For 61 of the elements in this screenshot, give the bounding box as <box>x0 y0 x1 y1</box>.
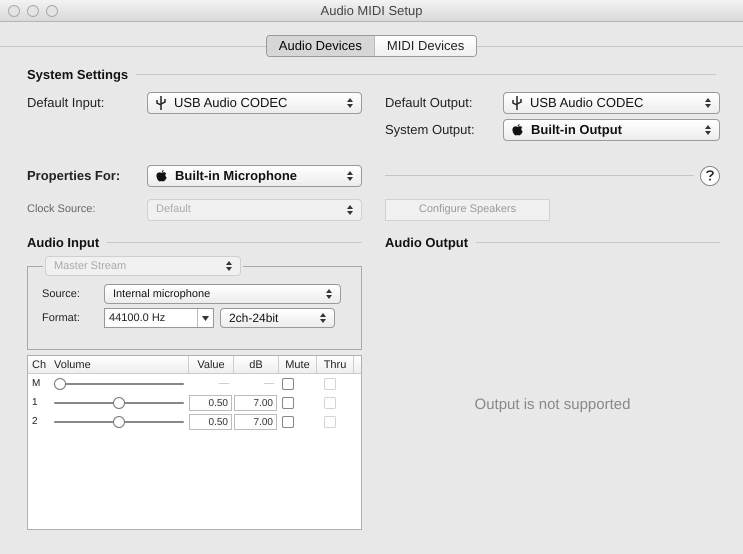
up-down-arrows-icon <box>347 98 353 108</box>
volume-slider[interactable] <box>54 378 184 390</box>
field-label: Default Input: <box>27 94 106 112</box>
channel-cell-text: 1 <box>31 396 39 410</box>
column-header[interactable]: Volume <box>50 356 188 373</box>
channel-cell-text: 2 <box>31 415 39 429</box>
window-title: Audio MIDI Setup <box>320 2 424 20</box>
db-field[interactable]: 7.00 <box>234 394 277 410</box>
checkbox[interactable] <box>282 416 294 428</box>
section-heading: Audio Input <box>27 234 100 252</box>
channel-format-popup[interactable]: 2ch-24bit <box>220 308 335 328</box>
usb-icon <box>512 96 522 110</box>
status-message: Output is not supported <box>474 395 632 415</box>
usb-icon <box>156 96 166 110</box>
tab[interactable]: Audio Devices <box>266 36 374 56</box>
slider-thumb[interactable] <box>113 396 125 408</box>
field-label: System Output: <box>385 120 476 139</box>
db-field[interactable]: 7.00 <box>234 414 277 430</box>
column-header[interactable]: Mute <box>278 356 316 373</box>
field-label: Source: <box>42 286 81 302</box>
channel-cell-text: M <box>31 377 42 391</box>
help-button[interactable] <box>700 166 720 186</box>
up-down-arrows-icon <box>326 289 332 299</box>
volume-slider[interactable] <box>54 396 184 408</box>
volume-slider[interactable] <box>54 416 184 428</box>
slider-thumb[interactable] <box>113 416 125 428</box>
db-field: — <box>234 376 277 392</box>
up-down-arrows-icon <box>347 204 353 214</box>
up-down-arrows-icon <box>705 98 711 108</box>
sample-rate-combo-box[interactable]: 44100.0 Hz <box>104 308 214 328</box>
up-down-arrows-icon <box>705 124 711 134</box>
field-label: Default Output: <box>385 94 474 112</box>
input-device-popup[interactable]: USB Audio CODEC <box>147 92 362 114</box>
value-field[interactable]: 0.50 <box>189 394 232 410</box>
column-header[interactable]: Thru <box>316 356 353 373</box>
window-control-icon[interactable] <box>8 4 20 16</box>
field-label: Format: <box>42 310 81 326</box>
up-down-arrows-icon <box>226 261 232 271</box>
apple-icon <box>156 170 167 182</box>
tab[interactable]: MIDI Devices <box>374 36 476 56</box>
up-down-arrows-icon <box>347 170 353 180</box>
value-field[interactable]: 0.50 <box>189 414 232 430</box>
field-label: Clock Source: <box>27 202 96 218</box>
help-icon <box>706 170 714 181</box>
value-field: — <box>189 376 232 392</box>
field-label: Properties For: <box>27 166 122 185</box>
device-popup[interactable]: Built-in Microphone <box>147 164 362 186</box>
window-control-icon[interactable] <box>46 4 58 16</box>
column-header[interactable]: Value <box>188 356 233 373</box>
system-output-popup[interactable]: Built-in Output <box>503 118 720 140</box>
window-control-icon[interactable] <box>27 4 39 16</box>
output-device-popup[interactable]: USB Audio CODEC <box>503 92 720 114</box>
column-header[interactable]: dB <box>233 356 278 373</box>
dropdown-arrow-icon <box>202 316 209 320</box>
section-heading: System Settings <box>27 66 128 84</box>
up-down-arrows-icon <box>320 313 326 323</box>
section-heading: Audio Output <box>385 234 468 252</box>
checkbox[interactable] <box>282 396 294 408</box>
column-header[interactable]: Ch <box>28 356 50 373</box>
source-popup[interactable]: Internal microphone <box>104 284 341 304</box>
apple-icon <box>512 124 523 136</box>
